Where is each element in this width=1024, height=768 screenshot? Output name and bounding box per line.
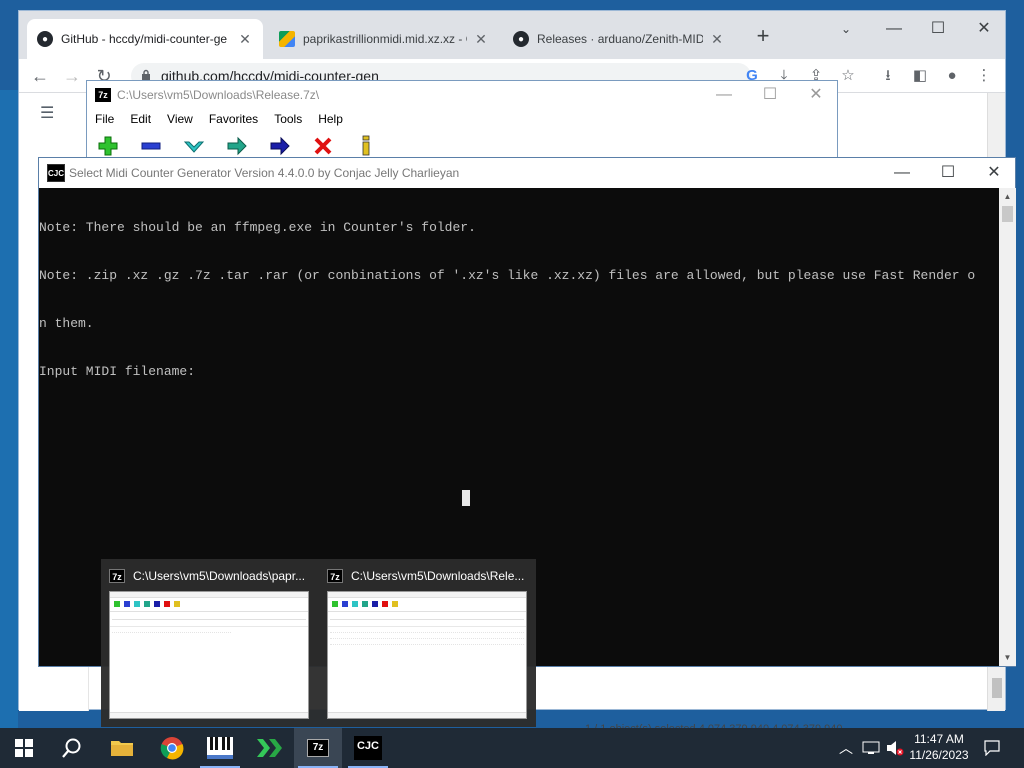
menu-tools[interactable]: Tools (274, 109, 302, 129)
close-button[interactable]: ✕ (969, 17, 999, 41)
hamburger-menu-icon[interactable]: ☰ (40, 103, 56, 123)
search-icon (62, 738, 81, 758)
menu-help[interactable]: Help (318, 109, 343, 129)
cjc-icon: CJC (47, 164, 65, 182)
search-button[interactable] (48, 728, 96, 768)
menu-file[interactable]: File (95, 109, 114, 129)
start-button[interactable] (0, 728, 48, 768)
7zip-window: 7z C:\Users\vm5\Downloads\Release.7z\ — … (86, 80, 838, 162)
7zip-title-bar: 7z C:\Users\vm5\Downloads\Release.7z\ — … (87, 81, 837, 109)
console-line: Note: .zip .xz .gz .7z .tar .rar (or con… (39, 268, 976, 283)
tab-search-button[interactable]: ⌄ (831, 17, 861, 41)
github-icon: ● (513, 31, 529, 47)
menu-favorites[interactable]: Favorites (209, 109, 258, 129)
taskbar-zenith[interactable] (246, 728, 294, 768)
google-drive-icon (279, 31, 295, 47)
menu-edit[interactable]: Edit (130, 109, 151, 129)
chrome-menu-icon[interactable]: ⋮ (971, 63, 997, 89)
tab-google-drive[interactable]: paprikastrillionmidi.mid.xz.xz - G ✕ (269, 19, 499, 59)
windows-logo-icon (15, 739, 33, 757)
chrome-tab-bar: ● GitHub - hccdy/midi-counter-ge ✕ papri… (19, 11, 1005, 59)
folder-icon (111, 741, 133, 756)
console-title-bar: CJC Select Midi Counter Generator Versio… (39, 158, 1015, 188)
network-icon[interactable] (860, 728, 882, 768)
extract-icon[interactable] (140, 135, 162, 157)
7zip-title: C:\Users\vm5\Downloads\Release.7z\ (117, 88, 320, 102)
maximize-button[interactable]: ☐ (923, 17, 953, 41)
console-scrollbar[interactable]: ▲ ▼ (999, 188, 1016, 666)
system-clock[interactable]: 11:47 AM 11/26/2023 (904, 731, 974, 763)
minimize-button[interactable]: — (887, 161, 917, 185)
close-icon[interactable]: ✕ (237, 31, 253, 48)
tab-title: Releases · arduano/Zenith-MIDI (537, 32, 703, 46)
info-icon[interactable] (355, 135, 377, 157)
delete-icon[interactable] (312, 135, 334, 157)
scrollbar-thumb[interactable] (1002, 206, 1013, 222)
forward-button[interactable]: → (59, 63, 85, 89)
maximize-button[interactable]: ☐ (755, 83, 785, 107)
github-icon: ● (37, 31, 53, 47)
taskbar-file-explorer[interactable] (98, 728, 146, 768)
7zip-icon: 7z (307, 739, 329, 757)
7zip-icon: 7z (109, 569, 125, 583)
test-icon[interactable] (183, 135, 205, 157)
7zip-icon: 7z (95, 88, 111, 102)
volume-muted-icon[interactable] (884, 728, 906, 768)
copy-icon[interactable] (226, 135, 248, 157)
bookmark-star-icon[interactable]: ☆ (835, 63, 861, 89)
taskbar-chrome[interactable] (148, 728, 196, 768)
console-title: Select Midi Counter Generator Version 4.… (69, 166, 460, 180)
clock-date: 11/26/2023 (909, 748, 969, 762)
taskbar-midi-app[interactable] (196, 728, 244, 768)
desktop-background (0, 90, 18, 730)
close-button[interactable]: ✕ (801, 83, 831, 107)
clock-time: 11:47 AM (914, 732, 964, 746)
side-panel-icon[interactable]: ◧ (907, 63, 933, 89)
tab-zenith-releases[interactable]: ● Releases · arduano/Zenith-MIDI ✕ (503, 19, 735, 59)
cjc-icon: CJC (354, 736, 382, 760)
console-prompt: Input MIDI filename: (39, 364, 196, 379)
tab-github-midi-counter[interactable]: ● GitHub - hccdy/midi-counter-ge ✕ (27, 19, 263, 59)
back-button[interactable]: ← (27, 63, 53, 89)
thumbnail-title: C:\Users\vm5\Downloads\papr... (133, 569, 306, 583)
profile-avatar-icon[interactable]: ● (939, 63, 965, 89)
window-preview (327, 591, 527, 719)
scroll-down-arrow-icon[interactable]: ▼ (999, 649, 1016, 666)
close-button[interactable]: ✕ (979, 161, 1009, 185)
scrollbar-thumb[interactable] (992, 678, 1002, 698)
piano-icon (207, 737, 233, 759)
new-tab-button[interactable]: + (751, 25, 775, 49)
thumbnail-release[interactable]: 7z C:\Users\vm5\Downloads\Rele... (319, 559, 535, 727)
notifications-icon[interactable] (980, 728, 1004, 768)
taskbar-7zip[interactable]: 7z (294, 728, 342, 768)
move-icon[interactable] (269, 135, 291, 157)
thumbnail-title: C:\Users\vm5\Downloads\Rele... (351, 569, 525, 583)
maximize-button[interactable]: ☐ (933, 161, 963, 185)
show-hidden-icons-button[interactable]: ︿ (836, 728, 856, 768)
console-line: Note: There should be an ffmpeg.exe in C… (39, 220, 476, 235)
zenith-icon (257, 739, 282, 757)
downloads-icon[interactable]: ⭳ (875, 63, 901, 89)
thumbnail-papr[interactable]: 7z C:\Users\vm5\Downloads\papr... (101, 559, 317, 727)
minimize-button[interactable]: — (709, 83, 739, 107)
scroll-up-arrow-icon[interactable]: ▲ (999, 188, 1016, 205)
console-line: n them. (39, 316, 94, 331)
add-icon[interactable] (97, 135, 119, 157)
7zip-icon: 7z (327, 569, 343, 583)
taskbar: 7z CJC ︿ 11:47 AM 11/26/2023 (0, 728, 1024, 768)
taskbar-thumbnail-popup: 7z C:\Users\vm5\Downloads\papr... 7z C:\… (101, 559, 536, 727)
taskbar-cjc-counter[interactable]: CJC (344, 728, 392, 768)
minimize-button[interactable]: — (879, 17, 909, 41)
window-preview (109, 591, 309, 719)
close-icon[interactable]: ✕ (473, 31, 489, 48)
7zip-menu-bar: File Edit View Favorites Tools Help (87, 109, 837, 129)
tab-title: GitHub - hccdy/midi-counter-ge (61, 32, 228, 46)
close-icon[interactable]: ✕ (709, 31, 725, 48)
text-cursor (462, 490, 470, 506)
tab-title: paprikastrillionmidi.mid.xz.xz - G (303, 32, 467, 46)
menu-view[interactable]: View (167, 109, 193, 129)
chrome-icon (160, 737, 184, 760)
